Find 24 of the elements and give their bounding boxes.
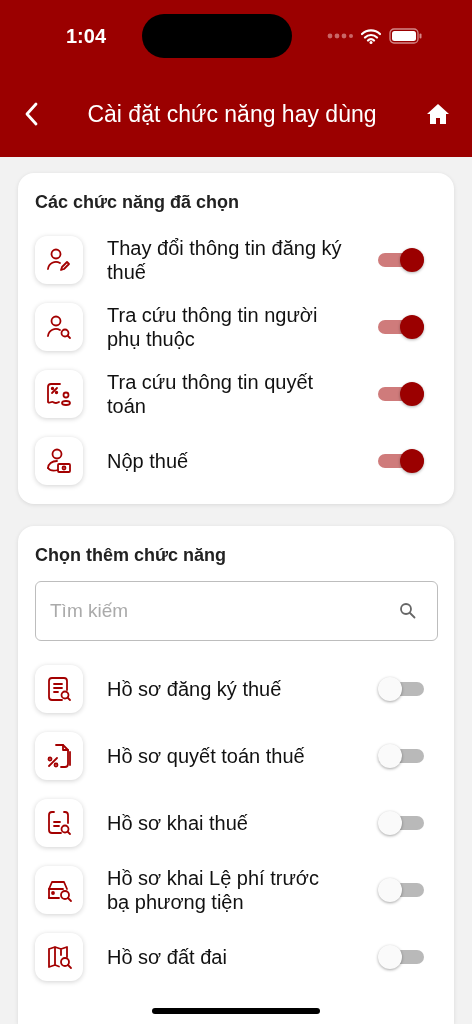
document-percent-icon — [45, 741, 73, 770]
section-heading: Các chức năng đã chọn — [35, 191, 241, 214]
function-label: Thay đổi thông tin đăng ký thuế — [107, 235, 342, 284]
battery-icon — [389, 28, 422, 44]
search-icon — [399, 602, 416, 619]
function-label: Nộp thuế — [107, 448, 190, 473]
back-icon[interactable] — [24, 102, 38, 126]
wifi-icon — [361, 28, 381, 44]
function-label: Tra cứu thông tin quyết toán — [107, 369, 315, 418]
function-label: Hồ sơ khai Lệ phí trước bạ phương tiện — [107, 865, 320, 914]
function-label: Hồ sơ quyết toán thuế — [107, 743, 306, 768]
function-label: Hồ sơ đăng ký thuế — [107, 676, 283, 701]
function-label: Hồ sơ đất đai — [107, 944, 228, 969]
document-search-icon — [45, 808, 73, 837]
function-label: Hồ sơ khai thuế — [107, 810, 249, 835]
page-title: Cài đặt chức năng hay dùng — [87, 99, 377, 129]
status-time: 1:04 — [66, 24, 107, 49]
section-heading: Chọn thêm chức năng — [35, 544, 228, 567]
document-search-icon — [45, 674, 73, 703]
function-label: Tra cứu thông tin người phụ thuộc — [107, 302, 319, 351]
search-field[interactable]: Tìm kiếm — [35, 581, 438, 641]
home-icon[interactable] — [426, 103, 450, 125]
person-money-icon — [45, 446, 73, 475]
signal-icon — [327, 33, 353, 39]
